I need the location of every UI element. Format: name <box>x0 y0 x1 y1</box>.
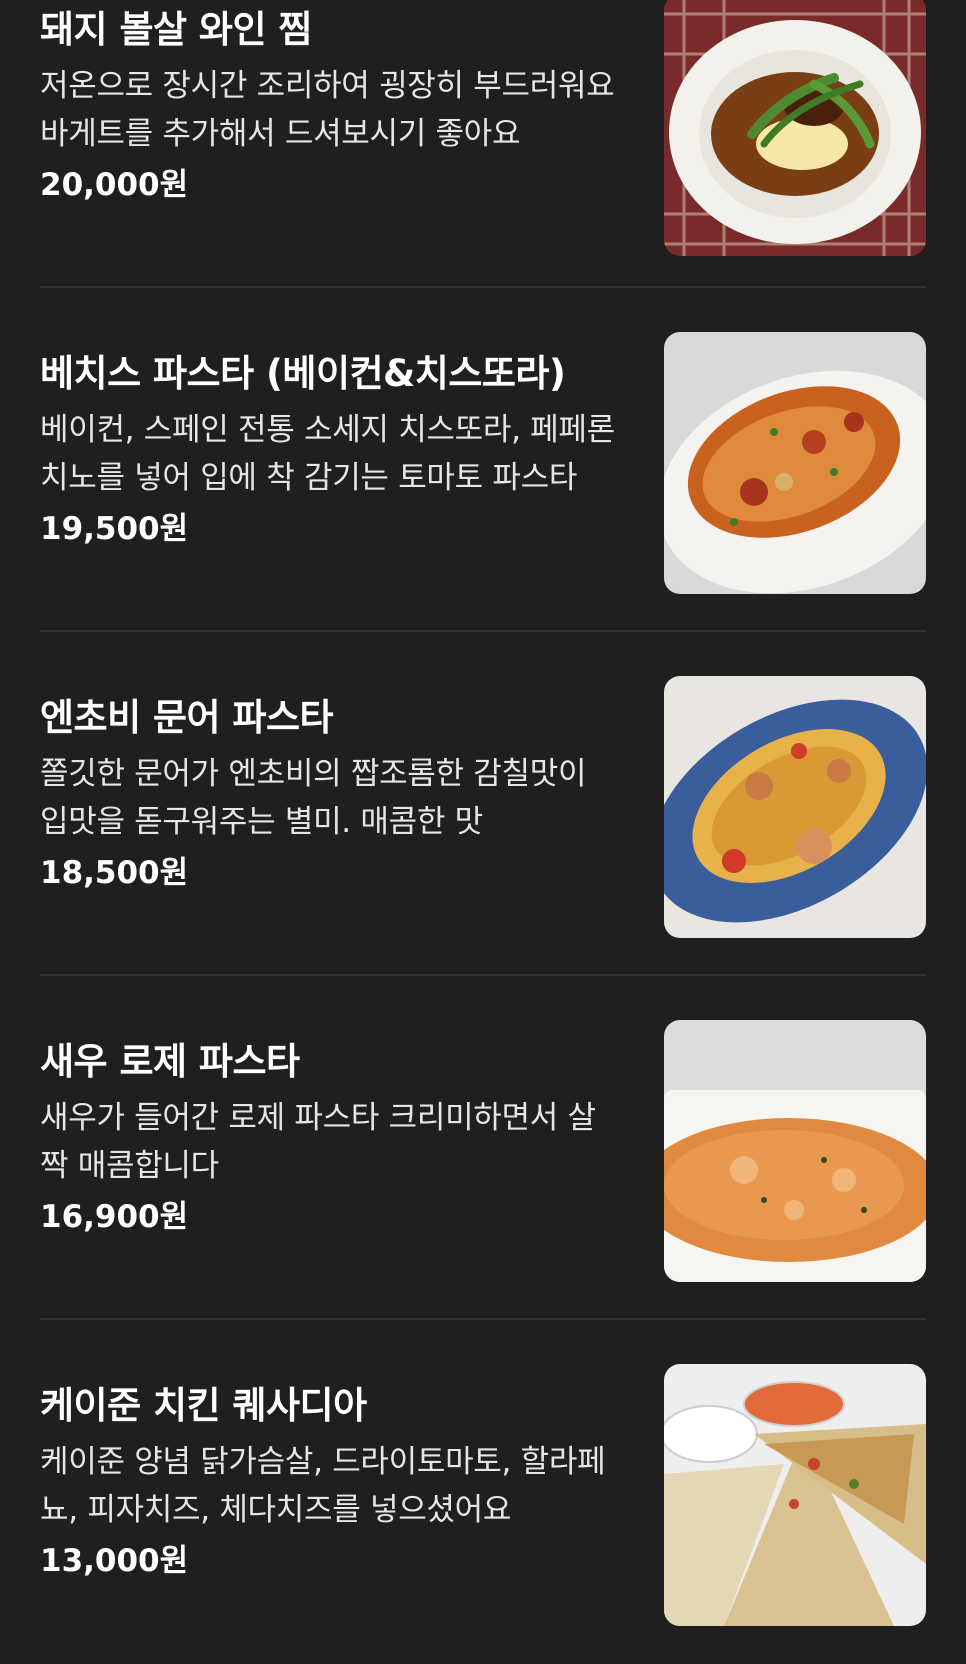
menu-item-price: 19,500원 <box>40 511 189 547</box>
menu-item-description: 쫄깃한 문어가 엔초비의 짭조롬한 감칠맛이 입맛을 돋구워주는 별미. 매콤한… <box>40 756 587 840</box>
menu-item[interactable]: 돼지 볼살 와인 찜 저온으로 장시간 조리하여 굉장히 부드러워요 바게트를 … <box>40 0 926 288</box>
menu-item-name: 엔초비 문어 파스타 <box>40 696 334 739</box>
menu-item[interactable]: 엔초비 문어 파스타 쫄깃한 문어가 엔초비의 짭조롬한 감칠맛이 입맛을 돋구… <box>40 632 926 976</box>
menu-item-name: 돼지 볼살 와인 찜 <box>40 8 312 51</box>
menu-item-name: 베치스 파스타 (베이컨&치스또라) <box>40 352 566 395</box>
menu-item-text: 새우 로제 파스타 새우가 들어간 로제 파스타 크리미하면서 살짝 매콤합니다… <box>40 1036 620 1242</box>
menu-item[interactable]: 케이준 치킨 퀘사디아 케이준 양념 닭가슴살, 드라이토마토, 할라페뇨, 피… <box>40 1320 926 1664</box>
menu-item-description: 베이컨, 스페인 전통 소세지 치스또라, 페페론치노를 넣어 입에 착 감기는… <box>40 412 615 496</box>
menu-item[interactable]: 새우 로제 파스타 새우가 들어간 로제 파스타 크리미하면서 살짝 매콤합니다… <box>40 976 926 1320</box>
menu-item-text: 케이준 치킨 퀘사디아 케이준 양념 닭가슴살, 드라이토마토, 할라페뇨, 피… <box>40 1380 620 1586</box>
quesadilla-photo-icon[interactable] <box>664 1364 926 1626</box>
menu-item-text: 돼지 볼살 와인 찜 저온으로 장시간 조리하여 굉장히 부드러워요 바게트를 … <box>40 4 620 210</box>
menu-item-description: 저온으로 장시간 조리하여 굉장히 부드러워요 바게트를 추가해서 드셔보시기 … <box>40 68 615 152</box>
menu-item-description: 케이준 양념 닭가슴살, 드라이토마토, 할라페뇨, 피자치즈, 체다치즈를 넣… <box>40 1444 606 1528</box>
menu-item-price: 18,500원 <box>40 855 189 891</box>
octopus-pasta-photo-icon[interactable] <box>664 676 926 938</box>
menu-item-price: 13,000원 <box>40 1543 189 1579</box>
menu-item[interactable]: 베치스 파스타 (베이컨&치스또라) 베이컨, 스페인 전통 소세지 치스또라,… <box>40 288 926 632</box>
menu-item-name: 케이준 치킨 퀘사디아 <box>40 1384 367 1427</box>
menu-item-price: 16,900원 <box>40 1199 189 1235</box>
menu-item-description: 새우가 들어간 로제 파스타 크리미하면서 살짝 매콤합니다 <box>40 1100 596 1184</box>
bacon-pasta-photo-icon[interactable] <box>664 332 926 594</box>
shrimp-rose-pasta-photo-icon[interactable] <box>664 1020 926 1282</box>
menu-item-price: 20,000원 <box>40 167 189 203</box>
braised-pork-cheek-photo-icon[interactable] <box>664 0 926 256</box>
menu-item-text: 엔초비 문어 파스타 쫄깃한 문어가 엔초비의 짭조롬한 감칠맛이 입맛을 돋구… <box>40 692 620 898</box>
menu-item-name: 새우 로제 파스타 <box>40 1040 300 1083</box>
menu-item-text: 베치스 파스타 (베이컨&치스또라) 베이컨, 스페인 전통 소세지 치스또라,… <box>40 348 620 554</box>
